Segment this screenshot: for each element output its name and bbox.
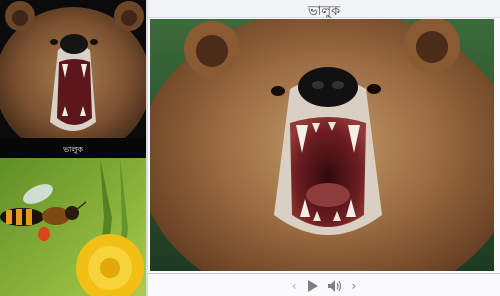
stage-rule xyxy=(148,273,500,274)
thumbnail-sidebar: ভালুক xyxy=(0,0,146,296)
speaker-icon xyxy=(327,280,341,292)
bear-thumbnail-icon xyxy=(0,0,146,157)
playback-controls: ‹ › xyxy=(148,277,500,295)
main-image xyxy=(150,19,494,271)
bear-photo-icon xyxy=(150,19,494,271)
thumbnail-bear[interactable]: ভালুক xyxy=(0,0,146,157)
thumbnail-caption-bear: ভালুক xyxy=(63,145,83,154)
viewer-title: ভালুক xyxy=(307,4,341,19)
image-viewer: ভালুক ‹ › xyxy=(148,0,500,296)
sound-button[interactable] xyxy=(327,280,342,292)
play-icon xyxy=(307,280,318,292)
thumbnail-bee[interactable] xyxy=(0,158,146,296)
bee-thumbnail-icon xyxy=(0,158,146,296)
previous-button[interactable]: ‹ xyxy=(292,278,297,294)
play-button[interactable] xyxy=(307,280,318,292)
viewer-title-bar: ভালুক xyxy=(148,0,500,19)
next-button[interactable]: › xyxy=(352,278,357,294)
